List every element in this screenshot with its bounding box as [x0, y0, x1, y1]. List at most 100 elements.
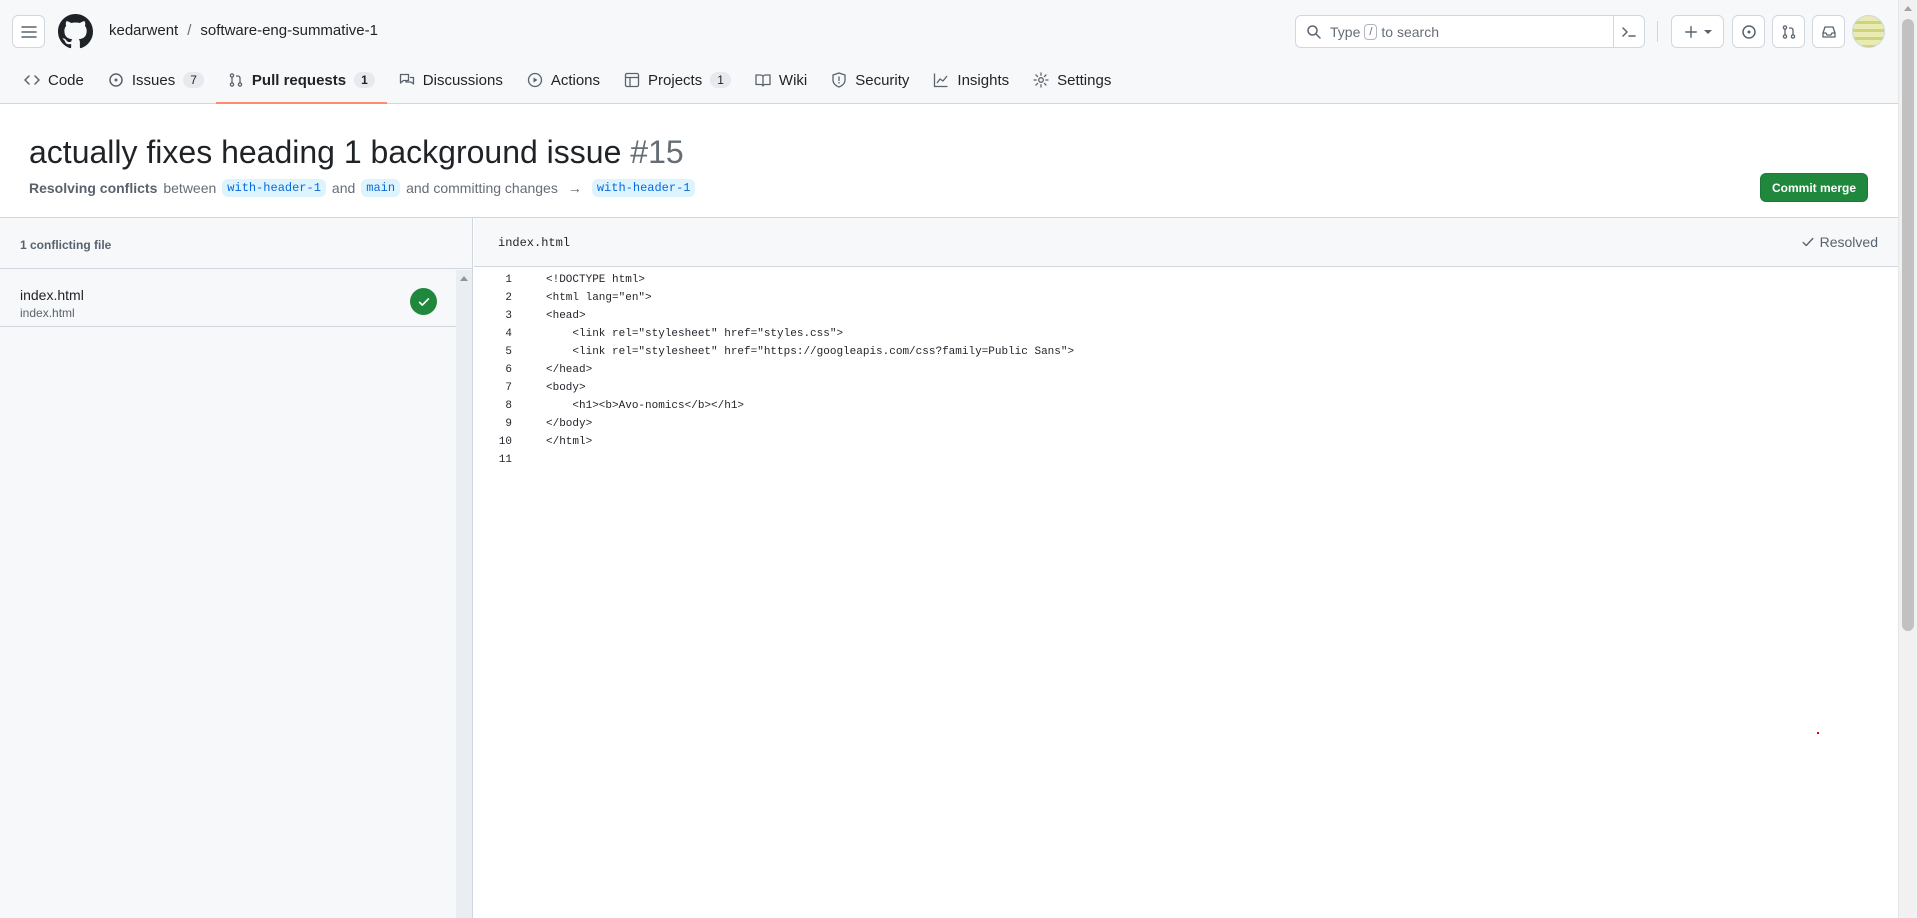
book-icon: [755, 74, 771, 87]
file-path: index.html: [20, 306, 75, 320]
tab-wiki[interactable]: Wiki: [743, 64, 819, 96]
code-line: 9 </body>: [474, 415, 1898, 433]
file-name: index.html: [20, 287, 84, 303]
code-editor[interactable]: index.html Resolved 1 <!DOCTYPE html> 2 <h…: [474, 218, 1898, 918]
create-new-button[interactable]: [1671, 15, 1724, 48]
breadcrumb-separator: /: [187, 22, 192, 39]
tab-counter: 7: [183, 72, 204, 88]
page-title: actually fixes heading 1 background issu…: [29, 134, 684, 171]
table-icon: [624, 72, 640, 88]
menu-button[interactable]: [12, 15, 45, 48]
page-scrollbar[interactable]: [1898, 0, 1917, 918]
play-icon: [527, 72, 542, 88]
inbox-icon: [1821, 25, 1836, 38]
tab-settings[interactable]: Settings: [1021, 64, 1123, 96]
line-number: 6: [505, 364, 512, 376]
search-input[interactable]: Type / to search: [1295, 15, 1645, 48]
tab-security[interactable]: Security: [819, 64, 921, 96]
code-line: 6 </head>: [474, 361, 1898, 379]
head-branch-badge[interactable]: with-header-1: [222, 179, 326, 197]
tab-discussions[interactable]: Discussions: [387, 64, 515, 96]
line-content[interactable]: <!DOCTYPE html>: [546, 271, 645, 289]
line-number: 4: [505, 328, 512, 340]
search-icon: [1307, 24, 1321, 39]
code-line: 3 <head>: [474, 307, 1898, 325]
tab-label: Code: [48, 71, 84, 89]
code-icon: [24, 75, 40, 85]
line-content[interactable]: </body>: [546, 415, 592, 433]
list-item[interactable]: index.html index.html: [0, 270, 456, 327]
tab-counter: 1: [354, 72, 375, 88]
line-number: 8: [505, 400, 512, 412]
line-number: 5: [505, 346, 512, 358]
editor-header: index.html Resolved: [474, 218, 1898, 267]
pull-requests-button[interactable]: [1772, 15, 1805, 48]
line-number: 10: [498, 436, 512, 448]
git-pull-request-icon: [1782, 24, 1795, 39]
line-content[interactable]: </head>: [546, 361, 592, 379]
scrollbar-thumb[interactable]: [1902, 19, 1914, 631]
repo-link[interactable]: software-eng-summative-1: [200, 22, 378, 39]
commit-merge-button[interactable]: Commit merge: [1760, 173, 1868, 202]
arrow-right-icon: →: [567, 180, 582, 196]
resolved-status: Resolved: [1801, 234, 1878, 250]
code-line: 2 <html lang="en">: [474, 289, 1898, 307]
line-content[interactable]: <html lang="en">: [546, 289, 652, 307]
issue-opened-icon: [109, 73, 123, 87]
code-line: 1 <!DOCTYPE html>: [474, 271, 1898, 289]
line-content[interactable]: <link rel="stylesheet" href="https://goo…: [546, 343, 1074, 361]
target-branch-badge[interactable]: with-header-1: [591, 179, 696, 197]
line-content[interactable]: <link rel="stylesheet" href="styles.css"…: [546, 325, 843, 343]
scroll-up-arrow-icon[interactable]: [1904, 6, 1912, 11]
resolved-label: Resolved: [1819, 234, 1878, 250]
issues-button[interactable]: [1732, 15, 1765, 48]
header-divider: [1657, 21, 1658, 42]
pr-number: #15: [630, 134, 684, 170]
tab-label: Actions: [550, 71, 601, 89]
tab-issues[interactable]: Issues 7: [96, 64, 216, 96]
shield-icon: [832, 72, 846, 88]
conflict-file-list: 1 conflicting file index.html index.html: [0, 218, 473, 918]
tab-label: Discussions: [422, 71, 503, 89]
search-placeholder-before: Type: [1330, 23, 1361, 40]
scroll-up-arrow-icon[interactable]: [460, 276, 468, 281]
tab-actions[interactable]: Actions: [515, 64, 612, 96]
gear-icon: [1033, 72, 1049, 88]
avatar[interactable]: [1852, 15, 1885, 48]
code-line: 4 <link rel="stylesheet" href="styles.cs…: [474, 325, 1898, 343]
line-content[interactable]: <head>: [546, 307, 586, 325]
pr-subtitle: Resolving conflicts between with-header-…: [29, 179, 696, 197]
line-number: 3: [505, 310, 512, 322]
search-placeholder-after: to search: [1381, 23, 1440, 40]
issue-opened-icon: [1741, 24, 1756, 39]
sidebar-scrollbar[interactable]: [456, 270, 472, 918]
owner-link[interactable]: kedarwent: [109, 22, 178, 39]
code-line: 11: [474, 451, 1898, 469]
command-palette-button[interactable]: [1613, 16, 1644, 47]
line-content[interactable]: </html>: [546, 433, 592, 451]
line-content[interactable]: <body>: [546, 379, 586, 397]
line-number: 7: [505, 382, 512, 394]
tab-projects[interactable]: Projects 1: [612, 64, 743, 96]
base-branch-badge[interactable]: main: [361, 179, 401, 197]
code-lines[interactable]: 1 <!DOCTYPE html> 2 <html lang="en"> 3 <hea…: [474, 271, 1898, 469]
tab-insights[interactable]: Insights: [921, 64, 1021, 96]
header-top-row: kedarwent / software-eng-summative-1 Typ…: [0, 0, 1898, 64]
tab-label: Insights: [957, 71, 1010, 89]
repo-tabs: Code Issues 7 Pull requests 1 Discussion…: [0, 64, 1123, 104]
tab-label: Wiki: [778, 71, 808, 89]
line-number: 11: [498, 454, 512, 466]
tab-label: Issues: [131, 71, 176, 89]
check-icon: [1802, 237, 1814, 247]
tab-pull-requests[interactable]: Pull requests 1: [215, 64, 387, 104]
breadcrumb: kedarwent / software-eng-summative-1: [109, 22, 378, 39]
github-logo-icon[interactable]: [58, 14, 93, 49]
line-content[interactable]: <h1><b>Avo-nomics</b></h1>: [546, 397, 744, 415]
tab-code[interactable]: Code: [12, 64, 96, 96]
global-header: kedarwent / software-eng-summative-1 Typ…: [0, 0, 1898, 104]
hamburger-icon: [20, 25, 37, 38]
slash-key-hint: /: [1364, 23, 1378, 40]
line-number: 1: [505, 274, 512, 286]
tab-counter: 1: [710, 72, 731, 88]
inbox-button[interactable]: [1812, 15, 1845, 48]
